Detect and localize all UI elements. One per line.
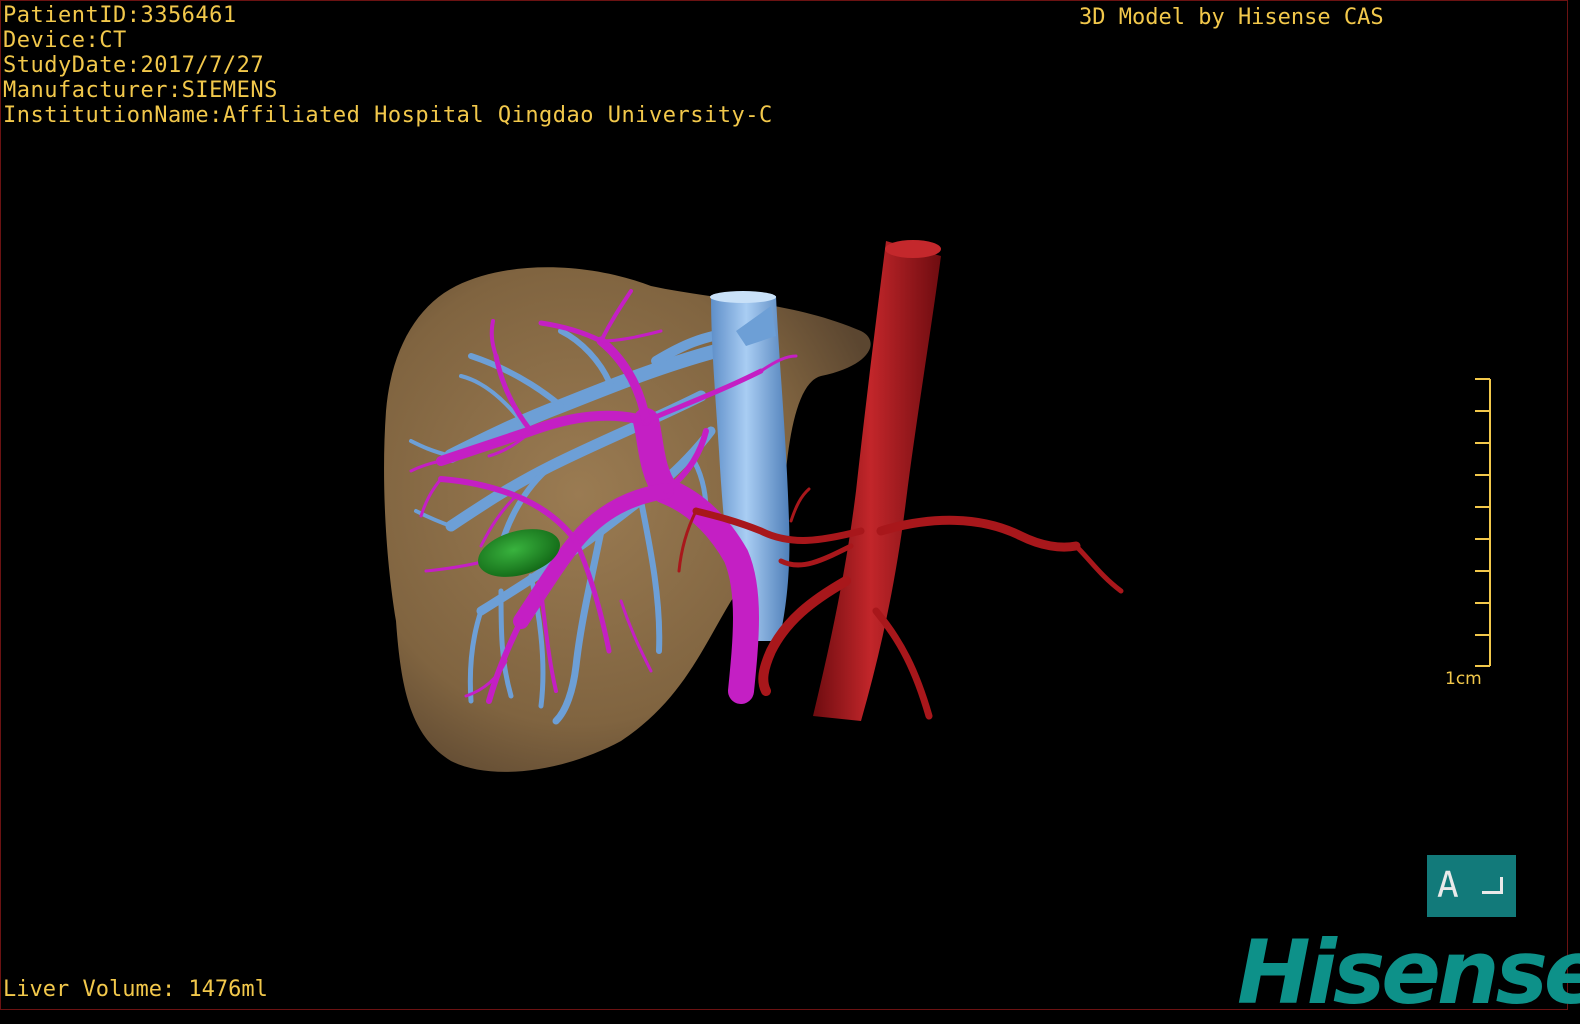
patient-id-text: PatientID:3356461 xyxy=(3,3,237,28)
liver-volume-text: Liver Volume: 1476ml xyxy=(3,977,268,1002)
model-credit-text: 3D Model by Hisense CAS xyxy=(1079,5,1384,30)
institution-text: InstitutionName:Affiliated Hospital Qing… xyxy=(3,103,773,128)
study-date-text: StudyDate:2017/7/27 xyxy=(3,53,265,78)
orientation-cube[interactable]: A xyxy=(1427,855,1516,917)
hisense-logo: Hisense xyxy=(1237,921,1580,1024)
device-text: Device:CT xyxy=(3,28,127,53)
orientation-corner-icon xyxy=(1482,877,1503,894)
manufacturer-text: Manufacturer:SIEMENS xyxy=(3,78,278,103)
liver-3d-model[interactable] xyxy=(1,1,1569,1011)
orientation-label: A xyxy=(1437,865,1459,906)
patient-info-overlay: PatientID:3356461 Device:CT StudyDate:20… xyxy=(3,3,773,128)
scale-bar-label: 1cm xyxy=(1445,669,1482,689)
scale-bar xyxy=(1475,378,1491,667)
3d-viewport[interactable]: PatientID:3356461 Device:CT StudyDate:20… xyxy=(0,0,1580,1017)
